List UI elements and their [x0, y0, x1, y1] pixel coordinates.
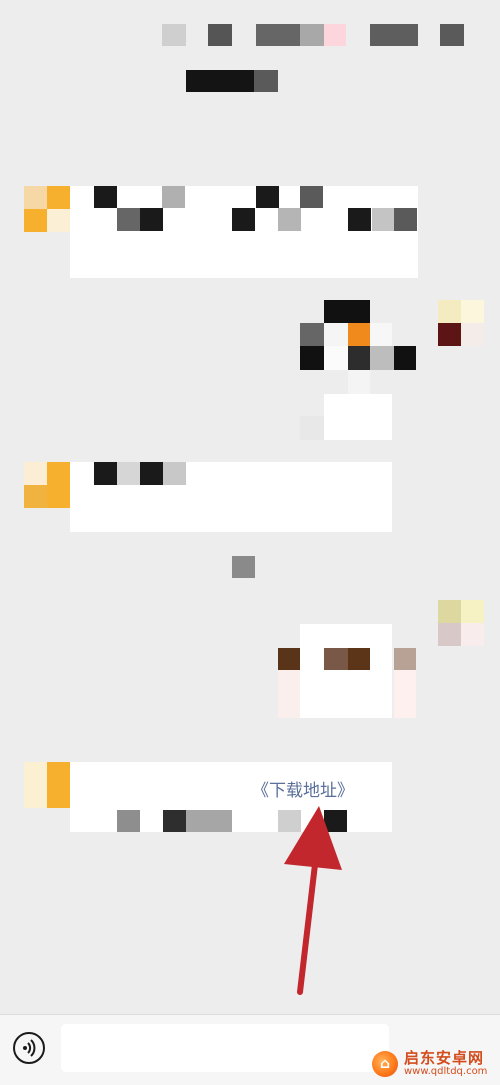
- pixel-block: [256, 24, 304, 46]
- voice-input-icon[interactable]: [13, 1032, 45, 1064]
- pixel-block: [370, 24, 418, 46]
- timestamp: [232, 556, 255, 578]
- avatar[interactable]: [24, 462, 70, 508]
- pixel-block: [324, 24, 346, 46]
- watermark-name: 启东安卓网: [404, 1048, 485, 1067]
- download-link[interactable]: 《下载地址》: [252, 776, 354, 801]
- brand-logo-icon: ⌂: [372, 1051, 398, 1077]
- message-input[interactable]: [61, 1024, 389, 1072]
- pixel-block: [208, 24, 232, 46]
- watermark-domain: www.qdltdq.com: [404, 1065, 488, 1077]
- pixel-block: [254, 70, 278, 92]
- pixel-block: [300, 24, 324, 46]
- pixel-block: [440, 24, 464, 46]
- watermark: ⌂ 启东安卓网 www.qdltdq.com: [372, 1046, 498, 1082]
- avatar[interactable]: [24, 186, 70, 232]
- message-bubble[interactable]: [70, 186, 418, 278]
- avatar[interactable]: [24, 762, 70, 808]
- avatar[interactable]: [438, 300, 484, 346]
- red-arrow-annotation: [284, 806, 342, 995]
- message-bubble[interactable]: [300, 624, 392, 718]
- avatar[interactable]: [438, 600, 484, 646]
- pixel-block: [186, 70, 256, 92]
- pixel-block: [162, 24, 186, 46]
